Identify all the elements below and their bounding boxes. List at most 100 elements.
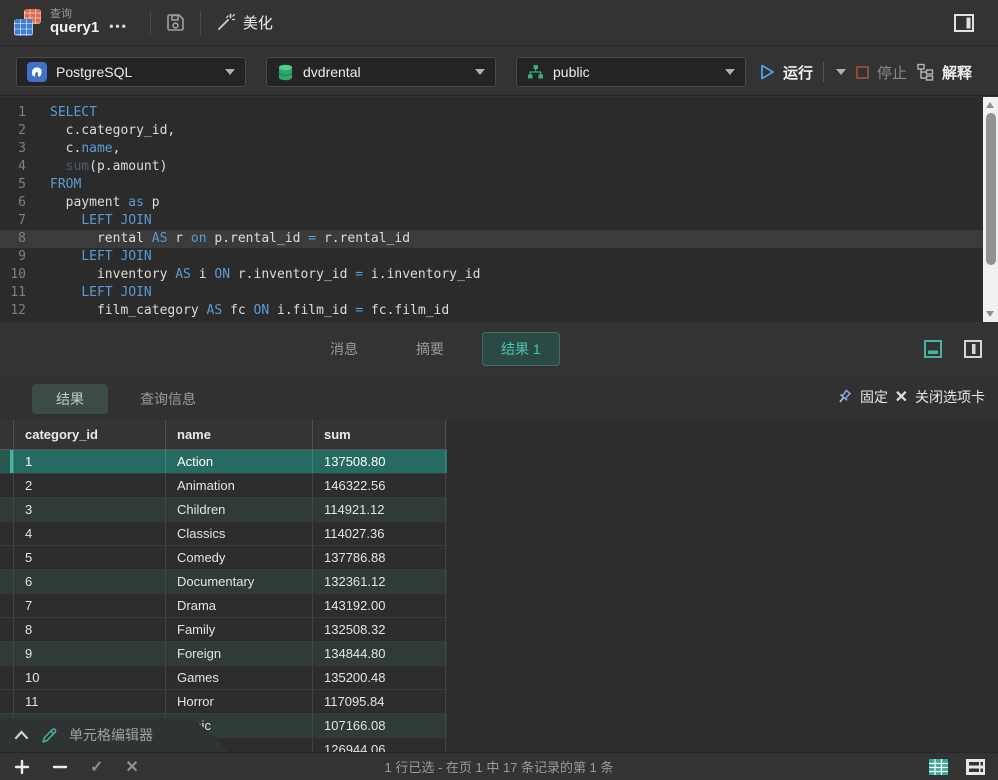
table-row[interactable]: 5 Comedy 137786.88 <box>0 546 447 570</box>
cell-name[interactable]: Foreign <box>166 642 313 665</box>
cell-name[interactable]: Comedy <box>166 546 313 569</box>
cell-sum[interactable]: 114027.36 <box>313 522 446 545</box>
code-line[interactable]: 8 rental AS r on p.rental_id = r.rental_… <box>0 230 998 248</box>
code-line[interactable]: 1 SELECT <box>0 104 998 122</box>
cell-sum[interactable]: 132508.32 <box>313 618 446 641</box>
code-line[interactable]: 4 sum (p.amount) <box>0 158 998 176</box>
connection-select[interactable]: PostgreSQL <box>16 57 246 87</box>
cell-category_id[interactable]: 8 <box>14 618 166 641</box>
cell-sum[interactable]: 126944.06 <box>313 738 446 752</box>
cell-sum[interactable]: 135200.48 <box>313 666 446 689</box>
query-tab[interactable]: 查询 query1 <box>50 8 99 37</box>
cell-name[interactable]: Classics <box>166 522 313 545</box>
cell-category_id[interactable]: 10 <box>14 666 166 689</box>
save-button[interactable] <box>165 12 186 33</box>
table-row[interactable]: 6 Documentary 132361.12 <box>0 570 447 594</box>
column-header-category-id[interactable]: category_id <box>14 420 166 449</box>
cell-category_id[interactable]: 3 <box>14 498 166 521</box>
more-options-button[interactable]: ••• <box>109 19 128 33</box>
code-line[interactable]: 2 c.category_id, <box>0 122 998 140</box>
cell-category_id[interactable]: 7 <box>14 594 166 617</box>
row-gutter[interactable] <box>0 450 14 473</box>
cell-sum[interactable]: 117095.84 <box>313 690 446 713</box>
cell-sum[interactable]: 137508.80 <box>313 450 446 473</box>
cell-name[interactable]: Documentary <box>166 570 313 593</box>
discard-changes-button[interactable]: ✕ <box>125 757 138 777</box>
cell-sum[interactable]: 134844.80 <box>313 642 446 665</box>
cell-sum[interactable]: 143192.00 <box>313 594 446 617</box>
code-line[interactable]: 5 FROM <box>0 176 998 194</box>
cell-name[interactable]: Action <box>166 450 313 473</box>
scrollbar-thumb[interactable] <box>985 113 996 265</box>
tab-messages[interactable]: 消息 <box>330 339 358 359</box>
right-panel-toggle-button[interactable] <box>952 11 976 35</box>
tab-query-info[interactable]: 查询信息 <box>140 389 196 409</box>
cell-name[interactable]: Games <box>166 666 313 689</box>
beautify-button[interactable]: 美化 <box>215 12 273 33</box>
grid-view-button[interactable] <box>928 758 949 776</box>
cell-category_id[interactable]: 9 <box>14 642 166 665</box>
cell-category_id[interactable]: 6 <box>14 570 166 593</box>
cell-name[interactable]: Family <box>166 618 313 641</box>
table-row[interactable]: 11 Horror 117095.84 <box>0 690 447 714</box>
database-select[interactable]: dvdrental <box>266 57 496 87</box>
editor-scrollbar[interactable] <box>983 97 998 322</box>
row-gutter[interactable] <box>0 498 14 521</box>
cell-sum[interactable]: 114921.12 <box>313 498 446 521</box>
sql-editor[interactable]: 1 SELECT 2 c.category_id, 3 c. name, 4 sum (p.… <box>0 97 998 322</box>
code-line[interactable]: 3 c. name, <box>0 140 998 158</box>
cell-sum[interactable]: 107166.08 <box>313 714 446 737</box>
table-row[interactable]: 1 Action 137508.80 <box>0 450 447 474</box>
form-view-button[interactable] <box>965 758 986 776</box>
row-gutter[interactable] <box>0 522 14 545</box>
pin-button[interactable]: 固定 <box>835 387 888 407</box>
code-line[interactable]: 10 inventory AS i ON r.inventory_id = i.… <box>0 266 998 284</box>
cell-category_id[interactable]: 2 <box>14 474 166 497</box>
table-row[interactable]: 9 Foreign 134844.80 <box>0 642 447 666</box>
cell-name[interactable]: Horror <box>166 690 313 713</box>
scroll-up-icon[interactable] <box>986 102 994 108</box>
row-gutter[interactable] <box>0 570 14 593</box>
cell-sum[interactable]: 146322.56 <box>313 474 446 497</box>
add-row-button[interactable] <box>14 759 30 775</box>
cell-name[interactable]: Children <box>166 498 313 521</box>
row-gutter[interactable] <box>0 666 14 689</box>
row-gutter[interactable] <box>0 642 14 665</box>
cell-name[interactable]: Animation <box>166 474 313 497</box>
row-gutter[interactable] <box>0 594 14 617</box>
code-line[interactable]: 12 film_category AS fc ON i.film_id = fc… <box>0 302 998 320</box>
row-gutter[interactable] <box>0 474 14 497</box>
run-options-button[interactable] <box>836 69 847 75</box>
stop-button[interactable]: 停止 <box>856 57 907 87</box>
tab-result[interactable]: 结果 <box>32 384 108 414</box>
cell-category_id[interactable]: 4 <box>14 522 166 545</box>
column-header-sum[interactable]: sum <box>313 420 446 449</box>
close-tab-button[interactable]: ✕ 关闭选项卡 <box>895 387 985 407</box>
row-gutter[interactable] <box>0 690 14 713</box>
cell-category_id[interactable]: 11 <box>14 690 166 713</box>
table-row[interactable]: 3 Children 114921.12 <box>0 498 447 522</box>
code-line[interactable]: 9 LEFT JOIN <box>0 248 998 266</box>
schema-select[interactable]: public <box>516 57 746 87</box>
split-horizontal-button[interactable] <box>922 338 944 360</box>
column-header-name[interactable]: name <box>166 420 313 449</box>
tab-result-1[interactable]: 结果 1 <box>482 331 560 366</box>
explain-button[interactable]: 解释 <box>916 57 972 87</box>
table-row[interactable]: 4 Classics 114027.36 <box>0 522 447 546</box>
code-line[interactable]: 6 payment as p <box>0 194 998 212</box>
table-row[interactable]: 8 Family 132508.32 <box>0 618 447 642</box>
cell-category_id[interactable]: 1 <box>14 450 166 473</box>
cell-editor-toggle[interactable]: 单元格编辑器 <box>0 718 228 752</box>
cell-sum[interactable]: 132361.12 <box>313 570 446 593</box>
table-row[interactable]: 10 Games 135200.48 <box>0 666 447 690</box>
run-button[interactable]: 运行 <box>758 62 813 83</box>
split-vertical-button[interactable] <box>962 338 984 360</box>
cell-sum[interactable]: 137786.88 <box>313 546 446 569</box>
apply-changes-button[interactable]: ✓ <box>90 757 103 777</box>
row-gutter[interactable] <box>0 618 14 641</box>
delete-row-button[interactable] <box>52 759 68 775</box>
cell-category_id[interactable]: 5 <box>14 546 166 569</box>
scroll-down-icon[interactable] <box>986 311 994 317</box>
table-row[interactable]: 7 Drama 143192.00 <box>0 594 447 618</box>
row-gutter[interactable] <box>0 546 14 569</box>
